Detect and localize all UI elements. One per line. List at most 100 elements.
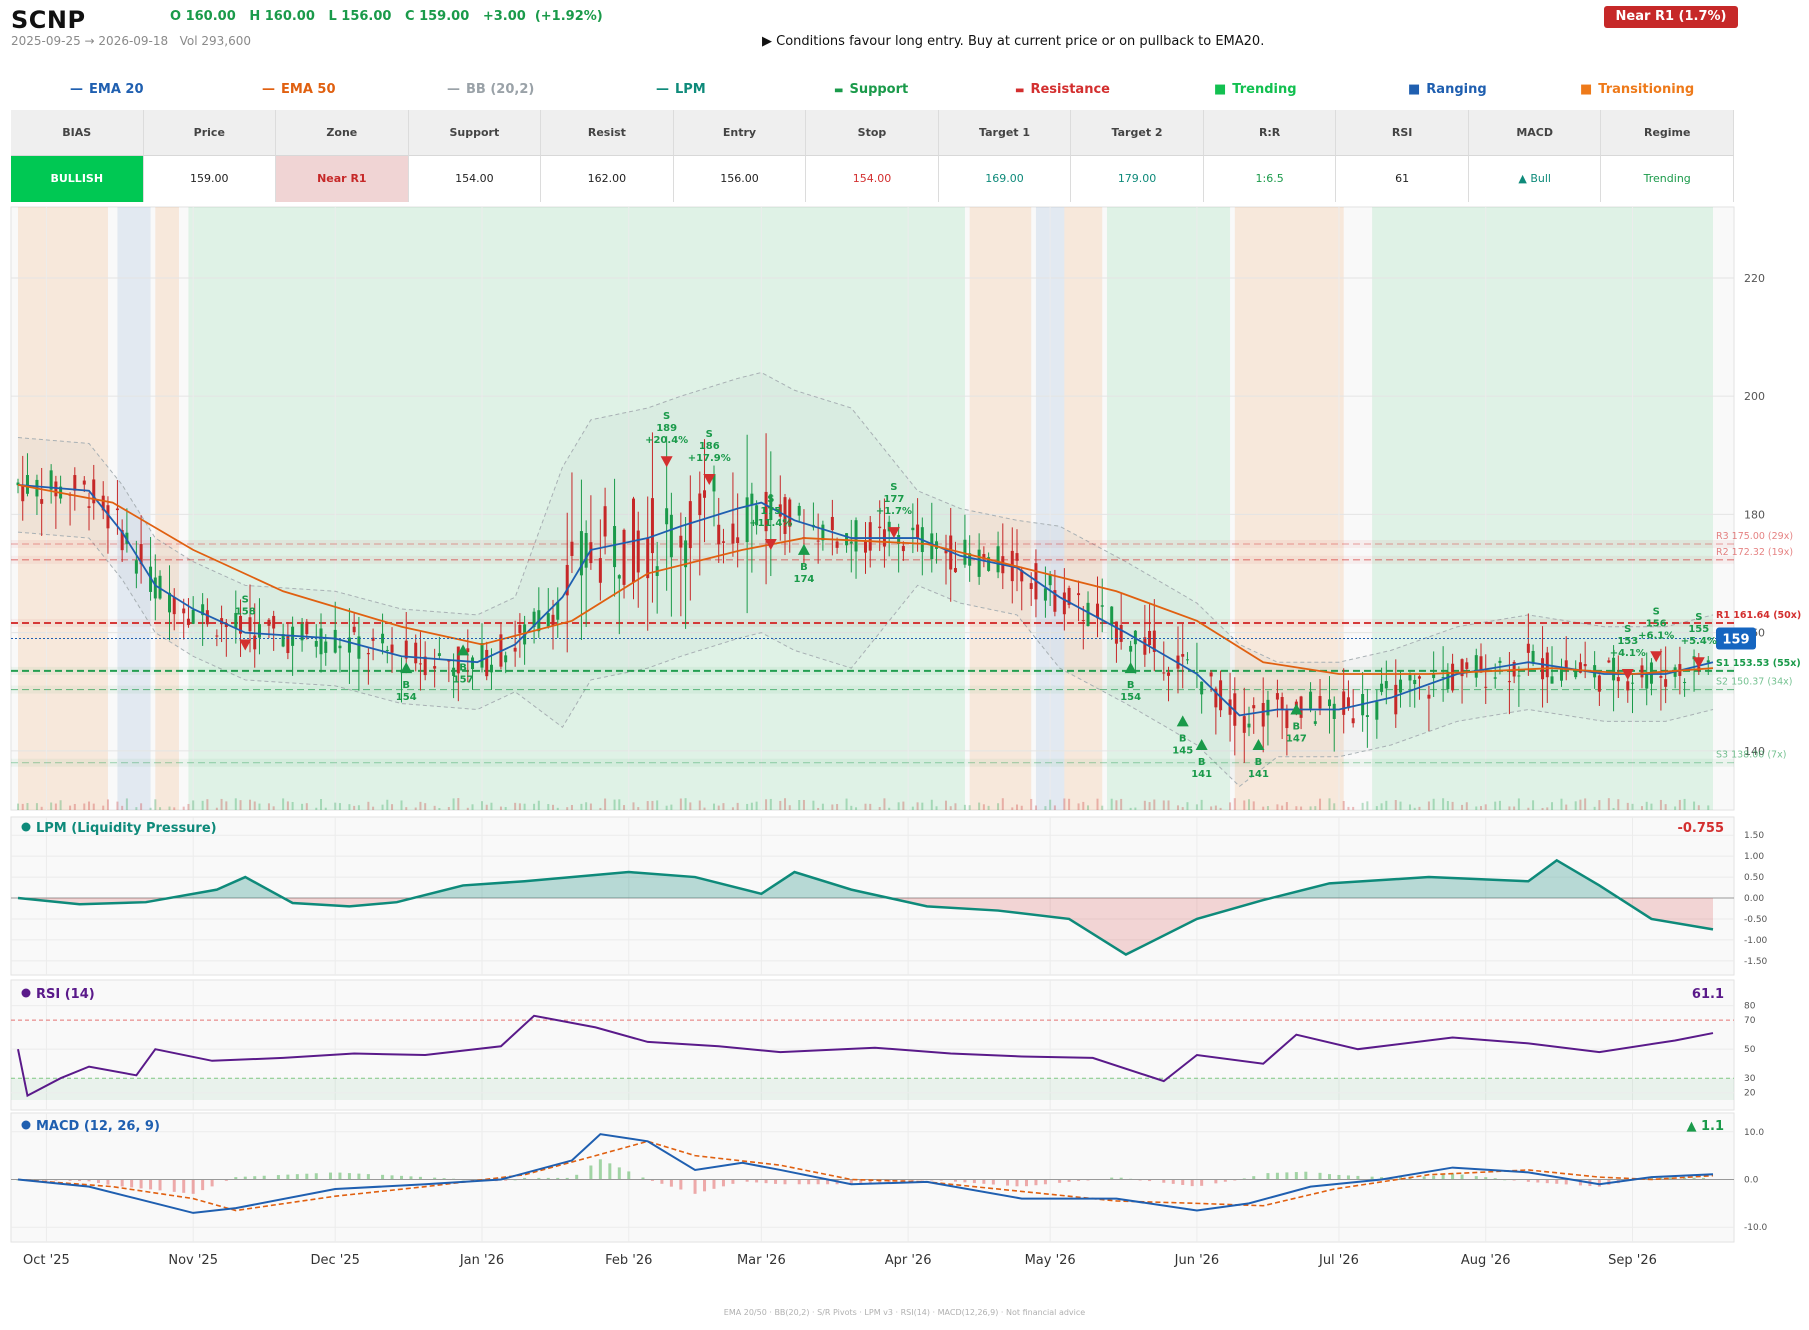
volume-bar bbox=[367, 801, 370, 810]
signal-price-label: 177 bbox=[883, 494, 904, 505]
candle-body bbox=[1309, 691, 1313, 709]
candle-body bbox=[182, 608, 186, 614]
volume-bar bbox=[1295, 806, 1298, 810]
rsi-dot-icon bbox=[21, 988, 31, 998]
volume-bar bbox=[831, 804, 834, 810]
volume-bar bbox=[518, 803, 521, 810]
volume-bar bbox=[1617, 799, 1620, 810]
candle-body bbox=[153, 577, 157, 599]
volume-bar bbox=[703, 807, 706, 810]
volume-bar bbox=[1683, 798, 1686, 810]
candle-body bbox=[504, 655, 508, 663]
volume-bar bbox=[35, 803, 38, 810]
volume-bar bbox=[670, 804, 673, 810]
volume-bar bbox=[784, 798, 787, 810]
volume-bar bbox=[1465, 802, 1468, 810]
volume-bar bbox=[855, 807, 858, 810]
volume-bar bbox=[187, 803, 190, 810]
macd-histogram-bar bbox=[1034, 1179, 1038, 1186]
volume-bar bbox=[968, 805, 971, 810]
candle-body bbox=[513, 647, 517, 652]
volume-bar bbox=[613, 799, 616, 810]
candle-body bbox=[1313, 721, 1317, 724]
volume-bar bbox=[570, 804, 573, 810]
macd-histogram-bar bbox=[347, 1173, 351, 1180]
candle-body bbox=[546, 613, 550, 627]
signal-price-label: 147 bbox=[1286, 734, 1307, 745]
volume-bar bbox=[1380, 803, 1383, 810]
volume-bar bbox=[717, 805, 720, 810]
candle-body bbox=[1531, 650, 1535, 664]
signal-side-label: B bbox=[402, 680, 410, 691]
signal-pnl-label: +4.1% bbox=[1610, 648, 1646, 659]
volume-bar bbox=[215, 807, 218, 810]
volume-bar bbox=[1229, 802, 1232, 810]
macd-histogram-bar bbox=[366, 1174, 370, 1180]
volume-bar bbox=[480, 801, 483, 810]
volume-bar bbox=[1480, 806, 1483, 810]
candle-body bbox=[272, 615, 276, 629]
y-tick-label: 70 bbox=[1744, 1016, 1756, 1026]
volume-bar bbox=[547, 804, 550, 810]
volume-bar bbox=[1546, 807, 1549, 810]
x-tick-label: Oct '25 bbox=[23, 1253, 70, 1268]
macd-histogram-bar bbox=[1337, 1174, 1341, 1180]
volume-bar bbox=[1167, 800, 1170, 810]
volume-bar bbox=[1551, 802, 1554, 810]
volume-bar bbox=[173, 807, 176, 810]
candle-body bbox=[172, 597, 176, 615]
volume-bar bbox=[372, 806, 375, 810]
macd-histogram-bar bbox=[1564, 1179, 1568, 1185]
x-tick-label: Apr '26 bbox=[885, 1253, 932, 1268]
y-tick-label: 200 bbox=[1744, 390, 1765, 403]
volume-bar bbox=[930, 799, 933, 810]
volume-bar bbox=[712, 803, 715, 810]
volume-bar bbox=[656, 800, 659, 810]
volume-bar bbox=[73, 803, 76, 810]
macd-histogram-bar bbox=[1043, 1179, 1047, 1185]
candle-body bbox=[1640, 665, 1644, 678]
volume-bar bbox=[556, 807, 559, 810]
volume-bar bbox=[802, 799, 805, 810]
y-tick-label: 1.00 bbox=[1744, 852, 1764, 862]
volume-bar bbox=[1593, 806, 1596, 810]
volume-bar bbox=[433, 805, 436, 810]
macd-histogram-bar bbox=[262, 1175, 266, 1180]
volume-bar bbox=[916, 802, 919, 810]
candle-body bbox=[366, 653, 370, 655]
volume-bar bbox=[1517, 798, 1520, 810]
volume-bar bbox=[769, 798, 772, 810]
y-tick-label: -1.50 bbox=[1744, 957, 1768, 967]
volume-bar bbox=[239, 800, 242, 810]
candle-body bbox=[1616, 677, 1620, 682]
candle-body bbox=[1517, 675, 1521, 677]
sr-level-label: R2 172.32 (19x) bbox=[1716, 547, 1793, 558]
candle-body bbox=[215, 635, 219, 637]
candle-body bbox=[1327, 699, 1331, 707]
volume-bar bbox=[1020, 805, 1023, 810]
macd-histogram-bar bbox=[106, 1179, 110, 1185]
signal-price-label: 145 bbox=[1172, 745, 1193, 756]
volume-bar bbox=[282, 798, 285, 810]
candle-body bbox=[669, 514, 673, 558]
signal-pnl-label: +17.9% bbox=[688, 453, 731, 464]
volume-bar bbox=[963, 804, 966, 810]
volume-bar bbox=[523, 803, 526, 810]
macd-histogram-bar bbox=[1356, 1175, 1360, 1180]
candle-body bbox=[489, 664, 493, 673]
y-tick-label: 20 bbox=[1744, 1089, 1756, 1099]
macd-histogram-bar bbox=[982, 1179, 986, 1184]
candle-body bbox=[1247, 723, 1251, 728]
volume-bar bbox=[1565, 804, 1568, 810]
macd-histogram-bar bbox=[1304, 1171, 1308, 1180]
volume-bar bbox=[731, 807, 734, 810]
candle-body bbox=[437, 653, 441, 656]
volume-bar bbox=[1650, 803, 1653, 810]
macd-histogram-bar bbox=[589, 1165, 593, 1180]
signal-side-label: S bbox=[1695, 612, 1702, 623]
volume-bar bbox=[1082, 801, 1085, 810]
volume-bar bbox=[949, 806, 952, 810]
volume-bar bbox=[1584, 798, 1587, 810]
volume-bar bbox=[1219, 807, 1222, 810]
volume-bar bbox=[1361, 802, 1364, 810]
